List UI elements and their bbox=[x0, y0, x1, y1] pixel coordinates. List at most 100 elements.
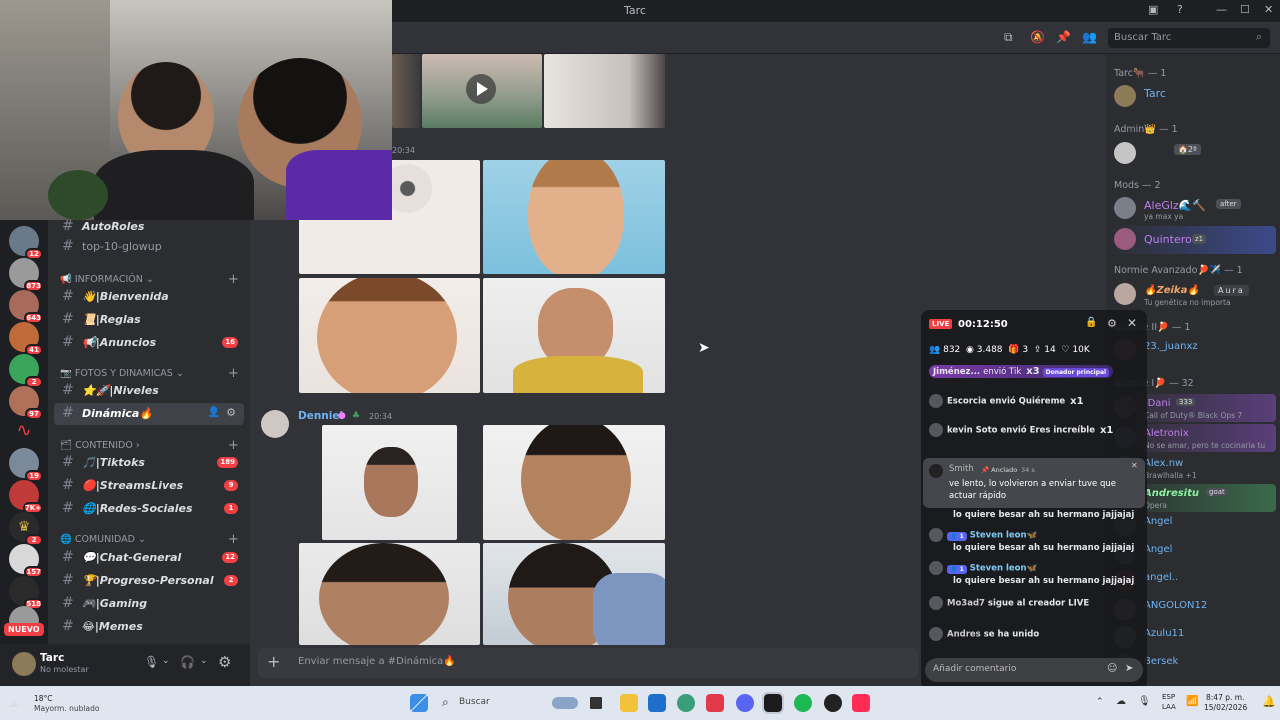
crown-server-icon[interactable]: ♛ 2 bbox=[9, 512, 43, 546]
image-attachment[interactable] bbox=[483, 160, 665, 274]
headphones-icon[interactable]: 🎧 bbox=[180, 655, 195, 669]
tiktok-icon[interactable] bbox=[852, 694, 870, 712]
member-item[interactable]: 🔥Zeika🔥 Tu genética no importa Aura bbox=[1114, 281, 1274, 309]
play-icon[interactable] bbox=[466, 74, 496, 104]
category-header[interactable]: 📷 FOTOS Y DINAMICAS ⌄ + bbox=[60, 366, 239, 381]
clock-time[interactable]: 8:47 p. m. bbox=[1206, 693, 1244, 702]
avatar[interactable] bbox=[261, 410, 289, 438]
clock-date[interactable]: 15/02/2026 bbox=[1204, 703, 1247, 712]
image-attachment[interactable] bbox=[322, 425, 457, 540]
close-icon[interactable]: ✕ bbox=[1131, 461, 1138, 470]
member-item[interactable]: 🏠2ª bbox=[1114, 140, 1274, 168]
member-item[interactable]: AleGlz🌊🔨 ya max ya after bbox=[1114, 195, 1274, 223]
taskbar-search[interactable]: Buscar bbox=[459, 697, 490, 707]
cloud-icon[interactable]: ☁ bbox=[1116, 696, 1126, 707]
outlook-icon[interactable] bbox=[648, 694, 666, 712]
server-icon[interactable]: 157 bbox=[9, 544, 43, 578]
member-list-icon[interactable]: 👥 bbox=[1082, 30, 1097, 44]
discord-icon[interactable] bbox=[736, 694, 754, 712]
wifi-icon[interactable]: 📶 bbox=[1186, 696, 1198, 707]
chevron-down-icon[interactable]: ⌄ bbox=[200, 656, 208, 666]
add-channel-icon[interactable]: + bbox=[228, 366, 239, 381]
image-attachment[interactable] bbox=[483, 543, 665, 645]
close-button[interactable]: ✕ bbox=[1264, 3, 1273, 16]
add-channel-icon[interactable]: + bbox=[228, 532, 239, 547]
channel-item[interactable]: # 👋|Bienvenida bbox=[54, 286, 244, 308]
add-channel-icon[interactable]: + bbox=[228, 438, 239, 453]
threads-icon[interactable]: ⧉ bbox=[1004, 30, 1013, 45]
edge-icon[interactable] bbox=[677, 694, 695, 712]
search-icon[interactable]: ⌕ bbox=[442, 695, 449, 710]
microphone-icon[interactable]: 🎙 bbox=[144, 655, 159, 669]
epic-games-icon[interactable] bbox=[762, 692, 784, 714]
minimize-button[interactable]: — bbox=[1216, 3, 1227, 16]
image-attachment[interactable] bbox=[392, 54, 420, 128]
maximize-button[interactable]: ☐ bbox=[1240, 3, 1250, 16]
close-icon[interactable]: ✕ bbox=[1127, 316, 1137, 330]
channel-item[interactable]: # 🏆|Progreso-Personal 2 bbox=[54, 570, 244, 592]
video-attachment[interactable] bbox=[422, 54, 542, 128]
server-icon[interactable]: 19 bbox=[9, 448, 43, 482]
lock-icon[interactable]: 🔒 bbox=[1085, 317, 1097, 328]
image-attachment[interactable] bbox=[483, 425, 665, 540]
server-icon[interactable]: 41 bbox=[9, 322, 43, 356]
chevron-up-icon[interactable]: ⌃ bbox=[1096, 697, 1104, 707]
server-icon[interactable]: 97 bbox=[9, 386, 43, 420]
help-icon[interactable]: ? bbox=[1177, 3, 1183, 16]
comment-input[interactable]: Añadir comentario ☺ ➤ bbox=[925, 658, 1143, 682]
channel-item[interactable]: # 😂|Memes bbox=[54, 616, 244, 638]
search-box[interactable]: Buscar Tarc ⌕ bbox=[1108, 28, 1270, 48]
spotify-icon[interactable] bbox=[794, 694, 812, 712]
weather-icon[interactable]: ☁ bbox=[8, 696, 20, 710]
mute-icon[interactable]: 🔕 bbox=[1030, 30, 1045, 44]
message-input[interactable]: Enviar mensaje a #Dinámica🔥 bbox=[298, 656, 456, 667]
channel-item[interactable]: # ⭐🚀|Niveles bbox=[54, 380, 244, 402]
widgets-icon[interactable] bbox=[552, 697, 578, 709]
steam-icon[interactable] bbox=[824, 694, 842, 712]
server-icon[interactable]: 643 bbox=[9, 290, 43, 324]
image-attachment[interactable] bbox=[483, 278, 665, 393]
gear-icon[interactable]: ⚙ bbox=[1107, 317, 1117, 330]
channel-item[interactable]: # 🌐|Redes-Sociales 1 bbox=[54, 498, 244, 520]
channel-item-active[interactable]: # Dinámica🔥 👤 ⚙ bbox=[54, 403, 244, 425]
notifications-icon[interactable]: 🔔 bbox=[1262, 695, 1276, 708]
channel-item[interactable]: # 📜|Reglas bbox=[54, 309, 244, 331]
send-icon[interactable]: ➤ bbox=[1125, 663, 1133, 674]
server-icon[interactable]: 873 bbox=[9, 258, 43, 292]
avatar[interactable] bbox=[12, 652, 36, 676]
image-attachment[interactable] bbox=[544, 54, 665, 128]
server-icon[interactable]: 518 bbox=[9, 576, 43, 610]
language-layout[interactable]: LAA bbox=[1162, 703, 1176, 711]
task-view-icon[interactable] bbox=[590, 697, 602, 709]
channel-item[interactable]: # 🎮|Gaming bbox=[54, 593, 244, 615]
gear-icon[interactable]: ⚙ bbox=[226, 406, 236, 419]
message-author[interactable]: Denniel bbox=[298, 410, 343, 422]
language-code[interactable]: ESP bbox=[1162, 693, 1175, 701]
category-header[interactable]: 🗂 CONTENIDO › + bbox=[60, 438, 239, 453]
add-channel-icon[interactable]: + bbox=[228, 272, 239, 287]
channel-item[interactable]: # 🎵|Tiktoks 189 bbox=[54, 452, 244, 474]
invite-icon[interactable]: 👤 bbox=[208, 407, 220, 418]
server-icon[interactable]: 2 bbox=[9, 354, 43, 388]
channel-item[interactable]: # 📢|Anuncios 16 bbox=[54, 332, 244, 354]
server-icon[interactable]: 7K+ bbox=[9, 480, 43, 514]
channel-item[interactable]: # top-10-glowup bbox=[54, 236, 244, 258]
category-header[interactable]: 📢 INFORMACIÓN ⌄ + bbox=[60, 272, 239, 287]
member-item[interactable]: Quintero z1 bbox=[1110, 226, 1276, 254]
start-button-icon[interactable] bbox=[410, 694, 428, 712]
gear-icon[interactable]: ⚙ bbox=[218, 653, 231, 671]
image-attachment[interactable] bbox=[299, 278, 480, 393]
pulse-server-icon[interactable]: ∿ bbox=[9, 416, 39, 446]
add-attachment-icon[interactable]: + bbox=[267, 652, 280, 671]
emoji-icon[interactable]: ☺ bbox=[1107, 663, 1117, 674]
screen-share-icon[interactable]: ▣ bbox=[1148, 3, 1158, 16]
member-item[interactable]: Tarc bbox=[1114, 83, 1274, 111]
channel-item[interactable]: # 🔴|StreamsLives 9 bbox=[54, 475, 244, 497]
pin-icon[interactable]: 📌 bbox=[1056, 30, 1071, 44]
message-composer[interactable]: + Enviar mensaje a #Dinámica🔥 bbox=[258, 648, 918, 678]
server-icon[interactable]: 12 bbox=[9, 226, 43, 260]
chevron-down-icon[interactable]: ⌄ bbox=[162, 656, 170, 666]
microphone-icon[interactable]: 🎙 bbox=[1138, 696, 1151, 707]
image-attachment[interactable] bbox=[299, 543, 480, 645]
app-icon[interactable] bbox=[706, 694, 724, 712]
